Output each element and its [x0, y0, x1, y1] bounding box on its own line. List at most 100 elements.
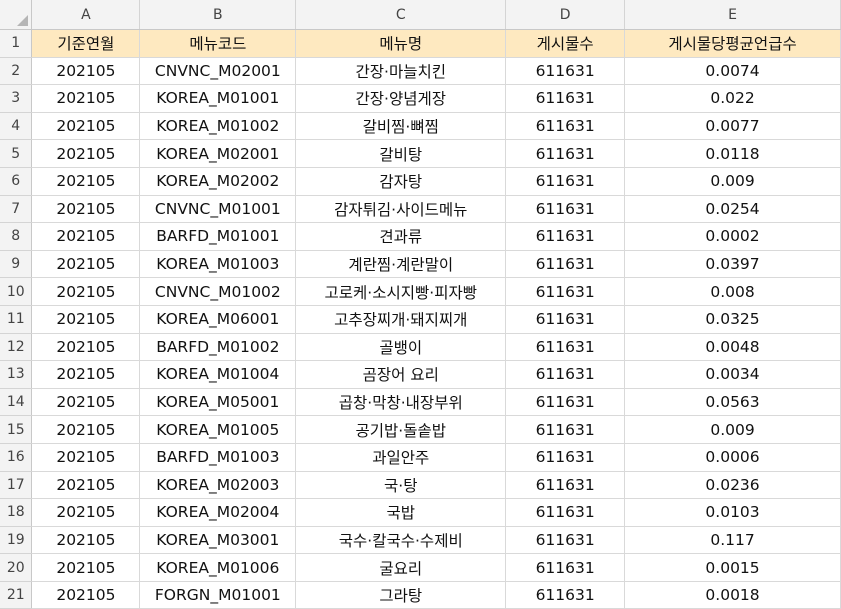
cell-header-menu-code[interactable]: 메뉴코드: [139, 29, 297, 58]
cell-menu-code[interactable]: KOREA_M01004: [139, 360, 297, 389]
row-header[interactable]: 21: [0, 581, 33, 609]
row-header[interactable]: 13: [0, 360, 33, 389]
cell-base-month[interactable]: 202105: [31, 415, 141, 444]
cell-menu-code[interactable]: KOREA_M03001: [139, 526, 297, 555]
row-header[interactable]: 7: [0, 195, 33, 224]
cell-header-menu-name[interactable]: 메뉴명: [295, 29, 507, 58]
row-header[interactable]: 14: [0, 388, 33, 417]
column-header-b[interactable]: B: [139, 0, 297, 30]
cell-post-count[interactable]: 611631: [505, 553, 626, 582]
cell-menu-code[interactable]: FORGN_M01001: [139, 581, 297, 609]
cell-menu-code[interactable]: CNVNC_M02001: [139, 57, 297, 86]
cell-post-count[interactable]: 611631: [505, 277, 626, 306]
column-header-c[interactable]: C: [295, 0, 507, 30]
cell-base-month[interactable]: 202105: [31, 112, 141, 141]
cell-post-count[interactable]: 611631: [505, 333, 626, 362]
cell-menu-name[interactable]: 국수·칼국수·수제비: [295, 526, 507, 555]
cell-post-count[interactable]: 611631: [505, 139, 626, 168]
cell-menu-name[interactable]: 고로케·소시지빵·피자빵: [295, 277, 507, 306]
cell-post-count[interactable]: 611631: [505, 388, 626, 417]
cell-menu-code[interactable]: KOREA_M01006: [139, 553, 297, 582]
row-header[interactable]: 4: [0, 112, 33, 141]
cell-menu-name[interactable]: 과일안주: [295, 443, 507, 472]
cell-base-month[interactable]: 202105: [31, 195, 141, 224]
cell-post-count[interactable]: 611631: [505, 305, 626, 334]
cell-post-count[interactable]: 611631: [505, 415, 626, 444]
row-header[interactable]: 19: [0, 526, 33, 555]
cell-post-count[interactable]: 611631: [505, 167, 626, 196]
cell-base-month[interactable]: 202105: [31, 360, 141, 389]
cell-menu-name[interactable]: 감자튀김·사이드메뉴: [295, 195, 507, 224]
cell-post-count[interactable]: 611631: [505, 526, 626, 555]
cell-menu-code[interactable]: KOREA_M02003: [139, 471, 297, 500]
cell-post-count[interactable]: 611631: [505, 112, 626, 141]
cell-menu-code[interactable]: KOREA_M05001: [139, 388, 297, 417]
cell-base-month[interactable]: 202105: [31, 443, 141, 472]
cell-base-month[interactable]: 202105: [31, 498, 141, 527]
cell-post-count[interactable]: 611631: [505, 84, 626, 113]
cell-base-month[interactable]: 202105: [31, 250, 141, 279]
row-header[interactable]: 17: [0, 471, 33, 500]
cell-menu-name[interactable]: 간장·마늘치킨: [295, 57, 507, 86]
cell-menu-code[interactable]: KOREA_M01002: [139, 112, 297, 141]
cell-base-month[interactable]: 202105: [31, 471, 141, 500]
cell-menu-name[interactable]: 골뱅이: [295, 333, 507, 362]
column-header-a[interactable]: A: [31, 0, 141, 30]
cell-avg-mentions[interactable]: 0.0397: [624, 250, 841, 279]
row-header[interactable]: 15: [0, 415, 33, 444]
cell-avg-mentions[interactable]: 0.0034: [624, 360, 841, 389]
cell-post-count[interactable]: 611631: [505, 57, 626, 86]
cell-menu-code[interactable]: KOREA_M01001: [139, 84, 297, 113]
column-header-d[interactable]: D: [505, 0, 626, 30]
cell-avg-mentions[interactable]: 0.0074: [624, 57, 841, 86]
cell-base-month[interactable]: 202105: [31, 388, 141, 417]
cell-avg-mentions[interactable]: 0.009: [624, 415, 841, 444]
cell-avg-mentions[interactable]: 0.022: [624, 84, 841, 113]
row-header[interactable]: 3: [0, 84, 33, 113]
row-header[interactable]: 8: [0, 222, 33, 251]
row-header[interactable]: 5: [0, 139, 33, 168]
cell-base-month[interactable]: 202105: [31, 167, 141, 196]
cell-menu-name[interactable]: 갈비찜·뼈찜: [295, 112, 507, 141]
cell-header-avg-mentions[interactable]: 게시물당평균언급수: [624, 29, 841, 58]
cell-avg-mentions[interactable]: 0.0103: [624, 498, 841, 527]
cell-base-month[interactable]: 202105: [31, 526, 141, 555]
cell-post-count[interactable]: 611631: [505, 222, 626, 251]
cell-menu-name[interactable]: 공기밥·돌솥밥: [295, 415, 507, 444]
cell-menu-name[interactable]: 계란찜·계란말이: [295, 250, 507, 279]
cell-menu-code[interactable]: CNVNC_M01002: [139, 277, 297, 306]
cell-post-count[interactable]: 611631: [505, 443, 626, 472]
cell-menu-name[interactable]: 간장·양념게장: [295, 84, 507, 113]
cell-avg-mentions[interactable]: 0.0118: [624, 139, 841, 168]
cell-menu-name[interactable]: 국밥: [295, 498, 507, 527]
cell-menu-code[interactable]: CNVNC_M01001: [139, 195, 297, 224]
cell-post-count[interactable]: 611631: [505, 250, 626, 279]
cell-avg-mentions[interactable]: 0.0018: [624, 581, 841, 609]
cell-avg-mentions[interactable]: 0.0254: [624, 195, 841, 224]
cell-base-month[interactable]: 202105: [31, 139, 141, 168]
row-header[interactable]: 6: [0, 167, 33, 196]
row-header[interactable]: 10: [0, 277, 33, 306]
cell-menu-name[interactable]: 견과류: [295, 222, 507, 251]
row-header[interactable]: 18: [0, 498, 33, 527]
cell-post-count[interactable]: 611631: [505, 360, 626, 389]
cell-base-month[interactable]: 202105: [31, 222, 141, 251]
cell-post-count[interactable]: 611631: [505, 581, 626, 609]
cell-avg-mentions[interactable]: 0.117: [624, 526, 841, 555]
row-header[interactable]: 16: [0, 443, 33, 472]
cell-menu-code[interactable]: BARFD_M01002: [139, 333, 297, 362]
row-header[interactable]: 9: [0, 250, 33, 279]
cell-avg-mentions[interactable]: 0.0015: [624, 553, 841, 582]
cell-menu-code[interactable]: BARFD_M01001: [139, 222, 297, 251]
cell-menu-name[interactable]: 그라탕: [295, 581, 507, 609]
cell-avg-mentions[interactable]: 0.0002: [624, 222, 841, 251]
cell-header-post-count[interactable]: 게시물수: [505, 29, 626, 58]
cell-menu-code[interactable]: KOREA_M01005: [139, 415, 297, 444]
cell-base-month[interactable]: 202105: [31, 581, 141, 609]
row-header[interactable]: 1: [0, 29, 33, 58]
row-header[interactable]: 2: [0, 57, 33, 86]
cell-menu-name[interactable]: 곰장어 요리: [295, 360, 507, 389]
cell-header-base-month[interactable]: 기준연월: [31, 29, 141, 58]
cell-avg-mentions[interactable]: 0.0325: [624, 305, 841, 334]
cell-avg-mentions[interactable]: 0.0077: [624, 112, 841, 141]
